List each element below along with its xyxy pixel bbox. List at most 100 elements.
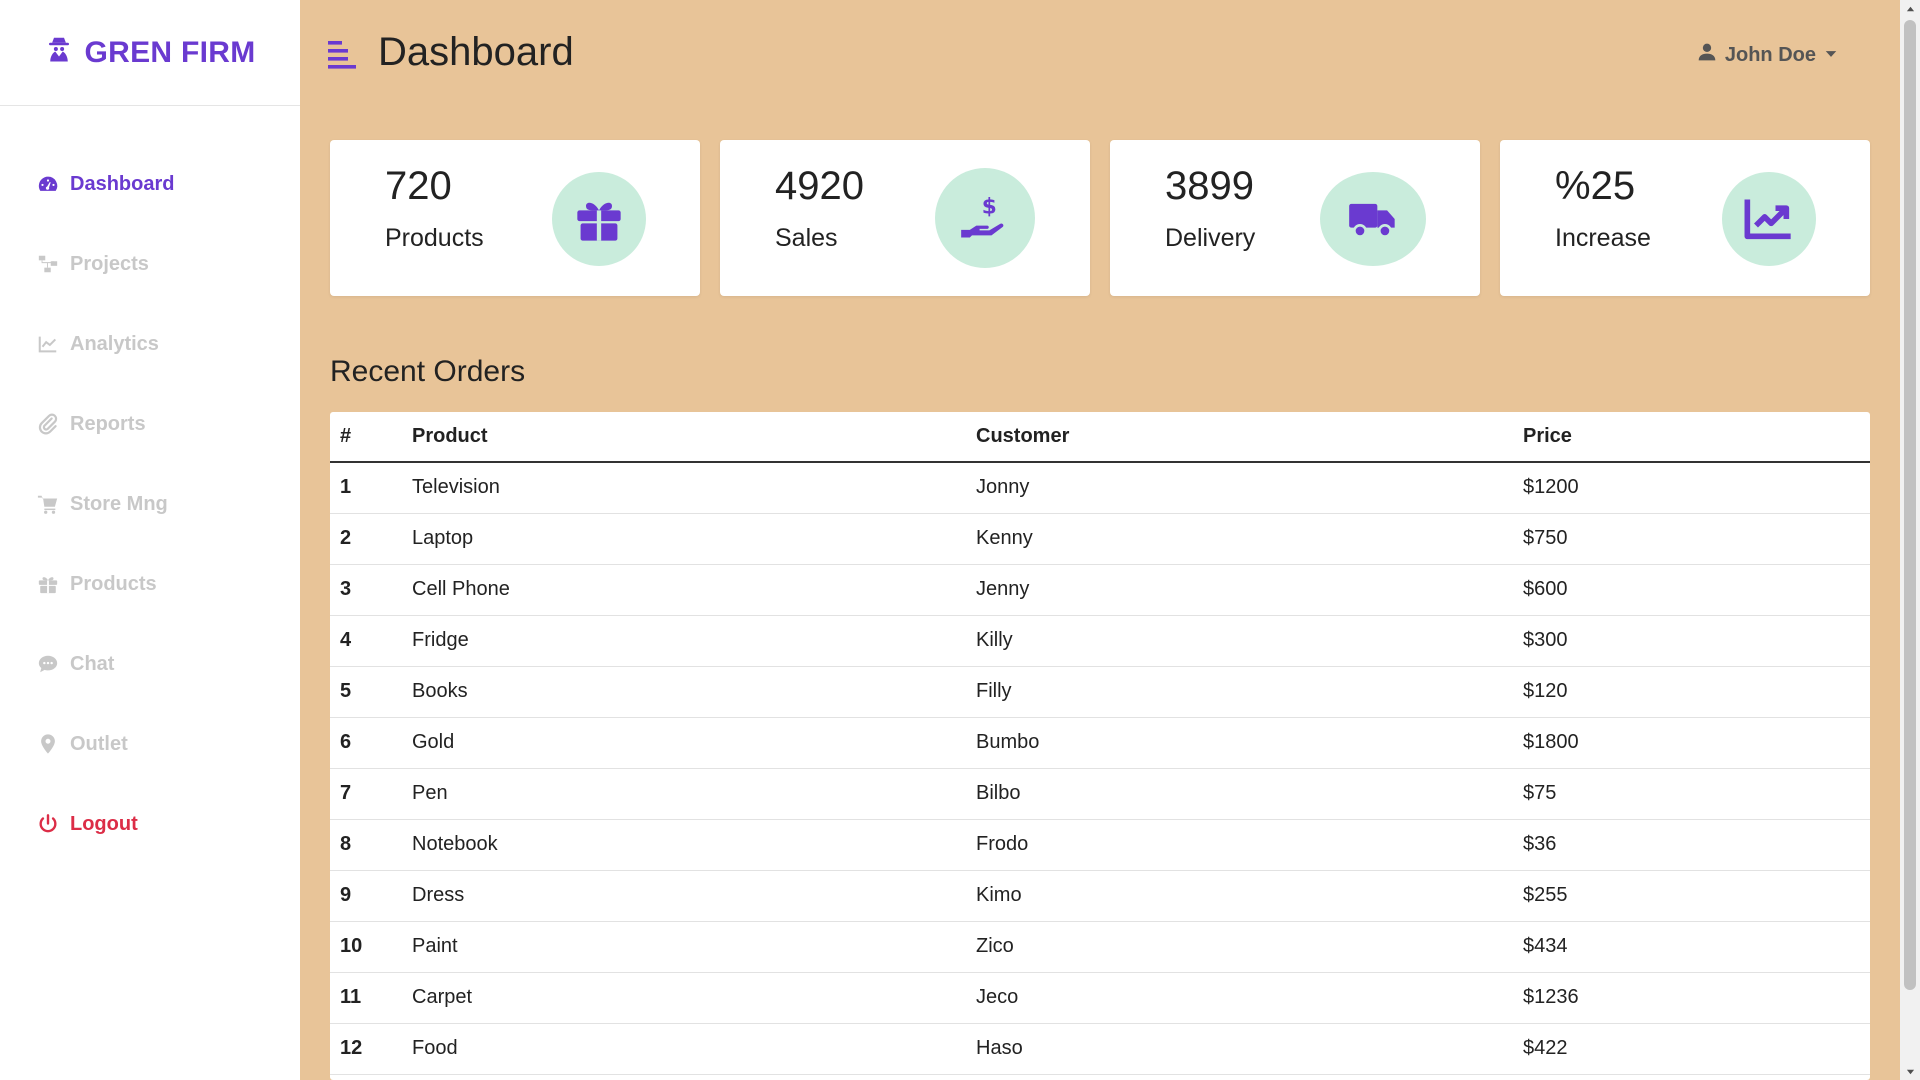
table-row[interactable]: 7 Pen Bilbo $75 bbox=[330, 768, 1870, 820]
recent-orders-title: Recent Orders bbox=[330, 355, 526, 388]
scroll-up-arrow-icon[interactable] bbox=[1900, 0, 1920, 18]
cell-product: Food bbox=[402, 1023, 966, 1075]
cell-product: Paint bbox=[402, 921, 966, 973]
cell-price: $750 bbox=[1513, 513, 1870, 565]
power-icon bbox=[36, 812, 60, 836]
paperclip-icon bbox=[36, 412, 60, 436]
sidebar-item-label: Projects bbox=[70, 252, 149, 275]
stat-label: Products bbox=[385, 224, 484, 252]
sidebar-item-label: Outlet bbox=[70, 732, 128, 755]
sidebar-item-label: Products bbox=[70, 572, 157, 595]
cell-product: Notebook bbox=[402, 819, 966, 871]
table-header-row: # Product Customer Price bbox=[330, 412, 1870, 463]
table-row[interactable]: 10 Paint Zico $434 bbox=[330, 921, 1870, 973]
table-row[interactable]: 5 Books Filly $120 bbox=[330, 666, 1870, 718]
cell-price: $255 bbox=[1513, 870, 1870, 922]
cell-index: 9 bbox=[330, 870, 402, 922]
brand-name: GREN FIRM bbox=[84, 35, 256, 69]
chart-up-icon bbox=[1722, 172, 1816, 266]
topbar: Dashboard John Doe bbox=[300, 0, 1900, 110]
sidebar-item-chat[interactable]: Chat bbox=[0, 624, 300, 704]
cell-index: 7 bbox=[330, 768, 402, 820]
sidebar-item-products[interactable]: Products bbox=[0, 544, 300, 624]
scroll-down-arrow-icon[interactable] bbox=[1900, 1062, 1920, 1080]
stat-card-delivery[interactable]: 3899 Delivery bbox=[1110, 140, 1480, 296]
user-menu-dropdown[interactable]: John Doe bbox=[1697, 42, 1838, 68]
cell-price: $434 bbox=[1513, 921, 1870, 973]
cell-index: 4 bbox=[330, 615, 402, 667]
table-row[interactable]: 4 Fridge Killy $300 bbox=[330, 615, 1870, 667]
sidebar-item-projects[interactable]: Projects bbox=[0, 224, 300, 304]
table-row[interactable]: 3 Cell Phone Jenny $600 bbox=[330, 564, 1870, 616]
scrollbar-thumb[interactable] bbox=[1904, 20, 1916, 990]
cell-index: 5 bbox=[330, 666, 402, 718]
main-content: Dashboard John Doe 720 Products 4920 Sal… bbox=[300, 0, 1900, 1080]
sidebar-item-reports[interactable]: Reports bbox=[0, 384, 300, 464]
page-title: Dashboard bbox=[378, 30, 574, 74]
stat-label: Sales bbox=[775, 224, 838, 252]
brand-logo[interactable]: GREN FIRM bbox=[0, 0, 300, 106]
sidebar-item-label: Reports bbox=[70, 412, 146, 435]
sidebar-item-label: Logout bbox=[70, 812, 138, 835]
stat-label: Delivery bbox=[1165, 224, 1256, 252]
cell-index: 1 bbox=[330, 462, 402, 514]
cell-price: $1236 bbox=[1513, 972, 1870, 1024]
table-row[interactable]: 1 Television Jonny $1200 bbox=[330, 462, 1870, 514]
cell-customer: Haso bbox=[966, 1023, 1513, 1075]
stat-value: 3899 bbox=[1165, 164, 1254, 208]
cell-price: $1200 bbox=[1513, 462, 1870, 514]
menu-toggle-button[interactable] bbox=[328, 40, 358, 70]
stat-card-increase[interactable]: %25 Increase bbox=[1500, 140, 1870, 296]
cell-customer: Kimo bbox=[966, 870, 1513, 922]
column-header-price: Price bbox=[1513, 412, 1870, 463]
table-row[interactable]: 11 Carpet Jeco $1236 bbox=[330, 972, 1870, 1024]
cell-product: Cell Phone bbox=[402, 564, 966, 616]
table-row[interactable]: 9 Dress Kimo $255 bbox=[330, 870, 1870, 922]
comment-icon bbox=[36, 652, 60, 676]
cell-price: $120 bbox=[1513, 666, 1870, 718]
sidebar-item-store-mng[interactable]: Store Mng bbox=[0, 464, 300, 544]
cell-index: 11 bbox=[330, 972, 402, 1024]
cart-icon bbox=[36, 492, 60, 516]
cell-customer: Bilbo bbox=[966, 768, 1513, 820]
cell-product: Carpet bbox=[402, 972, 966, 1024]
cell-product: Books bbox=[402, 666, 966, 718]
table-row[interactable]: 8 Notebook Frodo $36 bbox=[330, 819, 1870, 871]
stat-card-products[interactable]: 720 Products bbox=[330, 140, 700, 296]
page-scrollbar[interactable] bbox=[1900, 0, 1920, 1080]
cell-product: Dress bbox=[402, 870, 966, 922]
stat-cards: 720 Products 4920 Sales $ 3899 Delivery … bbox=[330, 140, 1870, 296]
stat-label: Increase bbox=[1555, 224, 1651, 252]
cell-customer: Jonny bbox=[966, 462, 1513, 514]
truck-icon bbox=[1320, 172, 1426, 266]
sidebar-item-label: Dashboard bbox=[70, 172, 175, 195]
stat-value: 720 bbox=[385, 164, 452, 208]
column-header-index: # bbox=[330, 412, 402, 463]
cell-index: 10 bbox=[330, 921, 402, 973]
table-row[interactable]: 2 Laptop Kenny $750 bbox=[330, 513, 1870, 565]
cell-index: 6 bbox=[330, 717, 402, 769]
sidebar-item-dashboard[interactable]: Dashboard bbox=[0, 144, 300, 224]
sidebar-item-outlet[interactable]: Outlet bbox=[0, 704, 300, 784]
sitemap-icon bbox=[36, 252, 60, 276]
cell-index: 12 bbox=[330, 1023, 402, 1075]
gift-icon bbox=[552, 172, 646, 266]
orders-table: # Product Customer Price 1 Television Jonn… bbox=[330, 412, 1870, 1080]
cell-customer: Jenny bbox=[966, 564, 1513, 616]
sidebar-item-analytics[interactable]: Analytics bbox=[0, 304, 300, 384]
sidebar-item-logout[interactable]: Logout bbox=[0, 784, 300, 864]
tachometer-icon bbox=[36, 172, 60, 196]
cell-customer: Zico bbox=[966, 921, 1513, 973]
sidebar: GREN FIRM Dashboard Projects Analytics R… bbox=[0, 0, 300, 1080]
cell-customer: Filly bbox=[966, 666, 1513, 718]
cell-index: 8 bbox=[330, 819, 402, 871]
user-name: John Doe bbox=[1724, 43, 1816, 66]
cell-customer: Jeco bbox=[966, 972, 1513, 1024]
stat-card-sales[interactable]: 4920 Sales $ bbox=[720, 140, 1090, 296]
table-row[interactable]: 12 Food Haso $422 bbox=[330, 1023, 1870, 1075]
table-row[interactable]: 6 Gold Bumbo $1800 bbox=[330, 717, 1870, 769]
cell-customer: Frodo bbox=[966, 819, 1513, 871]
cell-product: Pen bbox=[402, 768, 966, 820]
sidebar-nav: Dashboard Projects Analytics Reports Sto… bbox=[0, 106, 300, 864]
cell-price: $36 bbox=[1513, 819, 1870, 871]
